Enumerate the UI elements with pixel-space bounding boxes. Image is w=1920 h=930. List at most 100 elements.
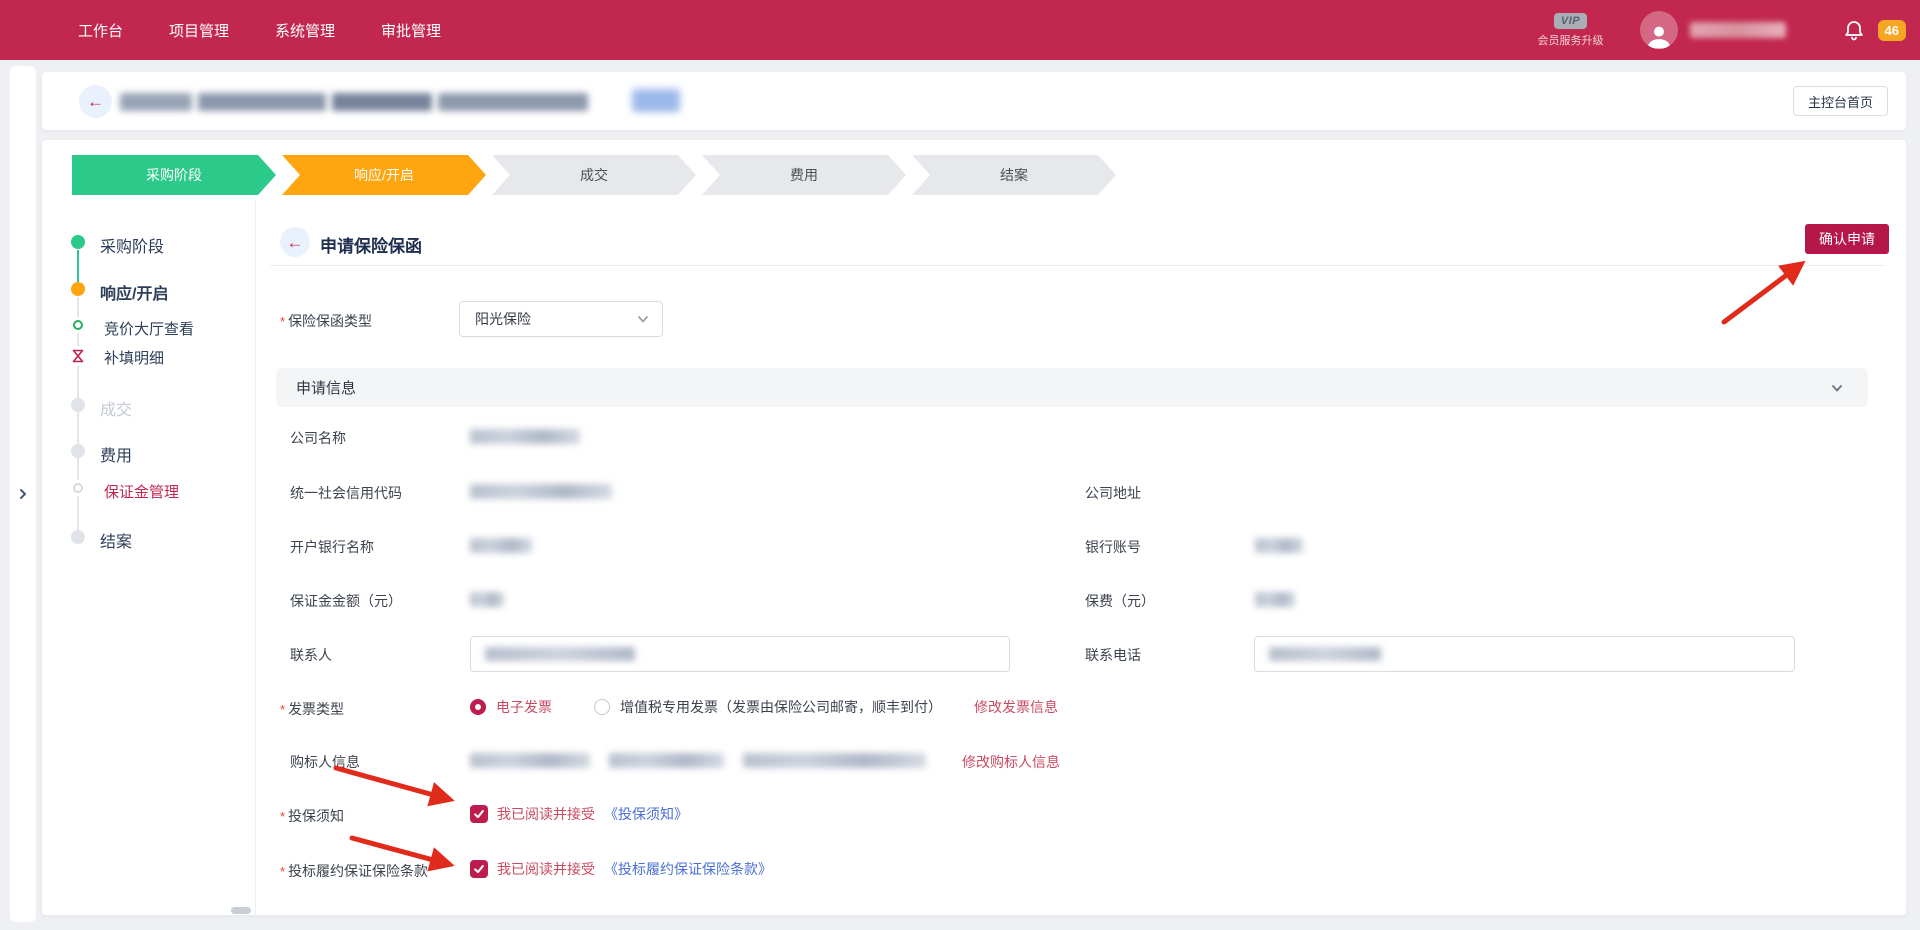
- bank-name-value-redacted: [470, 538, 532, 553]
- form-title: 申请保险保函: [320, 232, 422, 257]
- back-arrow-icon: ←: [87, 93, 104, 110]
- insurance-notice-doc-link[interactable]: 《投保须知》: [604, 804, 688, 824]
- sidebar-item-deal: 成交: [100, 396, 132, 420]
- nav-project-management[interactable]: 项目管理: [169, 20, 229, 41]
- dot-gray-icon: [71, 398, 85, 412]
- project-title-redacted: [332, 93, 432, 111]
- header-back-button[interactable]: ←: [79, 85, 112, 118]
- deposit-amount-value-redacted: [470, 592, 504, 607]
- performance-terms-doc-link[interactable]: 《投标履约保证保险条款》: [604, 859, 772, 879]
- expand-drawer-chevron-icon[interactable]: [16, 487, 30, 501]
- bank-account-value-redacted: [1255, 538, 1303, 553]
- sidebar-item-deposit-management[interactable]: 保证金管理: [104, 481, 179, 502]
- credit-code-label: 统一社会信用代码: [290, 483, 402, 503]
- sidebar-item-fill-details[interactable]: 补填明细: [104, 347, 164, 368]
- main-panel: 采购阶段 响应/开启 成交 费用 结案 采购阶段 响应/开启 竞价大厅查看 补填…: [42, 140, 1906, 915]
- credit-code-value-redacted: [470, 484, 612, 499]
- vip-upgrade[interactable]: VIP 会员服务升级: [1538, 13, 1604, 48]
- check-icon: [473, 863, 485, 875]
- user-icon: [1644, 23, 1674, 49]
- dot-green-icon: [71, 235, 85, 249]
- contact-phone-input[interactable]: [1254, 636, 1795, 672]
- sidebar-item-fee[interactable]: 费用: [100, 442, 132, 466]
- radio-vat-invoice-label[interactable]: 增值税专用发票（发票由保险公司邮寄，顺丰到付）: [620, 697, 942, 717]
- insurance-type-select[interactable]: 阳光保险: [459, 301, 663, 337]
- sidebar-item-close[interactable]: 结案: [100, 528, 132, 552]
- contact-phone-value-redacted: [1269, 647, 1381, 661]
- section-application-info[interactable]: 申请信息: [276, 368, 1868, 407]
- section-title: 申请信息: [296, 377, 1830, 398]
- buyer-info-value-redacted: [470, 753, 590, 768]
- sidebar-item-procurement[interactable]: 采购阶段: [100, 233, 164, 257]
- nav-workbench[interactable]: 工作台: [78, 20, 123, 41]
- radio-electronic-invoice[interactable]: [470, 699, 486, 715]
- step-close[interactable]: 结案: [912, 155, 1116, 195]
- stage-stepper: 采购阶段 响应/开启 成交 费用 结案: [72, 155, 1116, 195]
- step-deal[interactable]: 成交: [492, 155, 696, 195]
- vip-icon: VIP: [1554, 13, 1587, 29]
- edit-buyer-info-link[interactable]: 修改购标人信息: [962, 752, 1060, 772]
- company-address-label: 公司地址: [1085, 483, 1141, 503]
- horizontal-scrollbar-thumb[interactable]: [231, 907, 251, 914]
- premium-label: 保费（元）: [1085, 591, 1155, 611]
- selected-option: 阳光保险: [475, 309, 636, 329]
- ring-gray-icon: [73, 483, 83, 493]
- form-back-button[interactable]: ←: [280, 227, 310, 257]
- agree-text: 我已阅读并接受: [497, 859, 595, 879]
- radio-vat-invoice[interactable]: [594, 699, 610, 715]
- notification-count-badge[interactable]: 46: [1878, 20, 1906, 41]
- timeline-connector: [77, 297, 79, 530]
- notification-bell-icon[interactable]: [1842, 18, 1866, 42]
- step-response-open[interactable]: 响应/开启: [282, 155, 486, 195]
- page-header-card: ← 主控台首页: [42, 72, 1906, 130]
- contact-value-redacted: [485, 647, 635, 661]
- ring-green-icon: [73, 320, 83, 330]
- back-arrow-icon: ←: [287, 234, 304, 251]
- project-title-redacted: [438, 93, 588, 111]
- avatar[interactable]: [1640, 11, 1678, 49]
- stage-timeline-sidebar: [42, 200, 256, 915]
- invoice-type-label: *发票类型: [280, 699, 344, 719]
- edit-invoice-info-link[interactable]: 修改发票信息: [974, 697, 1058, 717]
- sidebar-item-response-open[interactable]: 响应/开启: [100, 280, 168, 304]
- hourglass-icon: [70, 348, 86, 364]
- buyer-info-label: 购标人信息: [290, 752, 360, 772]
- buyer-info-value-redacted: [609, 753, 724, 768]
- dot-orange-icon: [71, 282, 85, 296]
- company-name-label: 公司名称: [290, 428, 346, 448]
- agree-text: 我已阅读并接受: [497, 804, 595, 824]
- step-procurement[interactable]: 采购阶段: [72, 155, 276, 195]
- insurance-notice-checkbox[interactable]: [470, 805, 488, 823]
- dot-gray-icon: [71, 530, 85, 544]
- console-home-button[interactable]: 主控台首页: [1793, 86, 1888, 116]
- status-tag-redacted: [632, 89, 680, 112]
- radio-electronic-invoice-label[interactable]: 电子发票: [496, 697, 552, 717]
- project-title-redacted: [198, 93, 326, 111]
- topbar-right: VIP 会员服务升级 46: [1538, 0, 1920, 60]
- contact-label: 联系人: [290, 645, 332, 665]
- topbar: 工作台 项目管理 系统管理 审批管理 VIP 会员服务升级 46: [0, 0, 1920, 60]
- check-icon: [473, 808, 485, 820]
- sidebar-item-bidding-hall[interactable]: 竞价大厅查看: [104, 318, 194, 339]
- divider: [270, 265, 1886, 266]
- performance-terms-checkbox[interactable]: [470, 860, 488, 878]
- buyer-info-value-redacted: [743, 753, 926, 768]
- confirm-apply-button[interactable]: 确认申请: [1805, 224, 1889, 254]
- deposit-amount-label: 保证金金额（元）: [290, 591, 402, 611]
- required-asterisk: *: [280, 702, 285, 717]
- nav-system-management[interactable]: 系统管理: [275, 20, 335, 41]
- vip-subtitle: 会员服务升级: [1538, 32, 1604, 48]
- performance-terms-agree: 我已阅读并接受 《投标履约保证保险条款》: [470, 859, 772, 879]
- contact-input[interactable]: [470, 636, 1010, 672]
- bank-name-label: 开户银行名称: [290, 537, 374, 557]
- chevron-down-icon: [636, 312, 650, 326]
- nav-approval-management[interactable]: 审批管理: [381, 20, 441, 41]
- collapse-chevron-icon[interactable]: [1830, 381, 1844, 395]
- company-name-value-redacted: [470, 429, 580, 444]
- step-fee[interactable]: 费用: [702, 155, 906, 195]
- page: 工作台 项目管理 系统管理 审批管理 VIP 会员服务升级 46: [0, 0, 1920, 930]
- insurance-notice-label: *投保须知: [280, 806, 344, 826]
- collapsed-side-drawer: [10, 66, 36, 922]
- top-navigation: 工作台 项目管理 系统管理 审批管理: [78, 20, 441, 41]
- insurance-type-label: *保险保函类型: [280, 311, 372, 331]
